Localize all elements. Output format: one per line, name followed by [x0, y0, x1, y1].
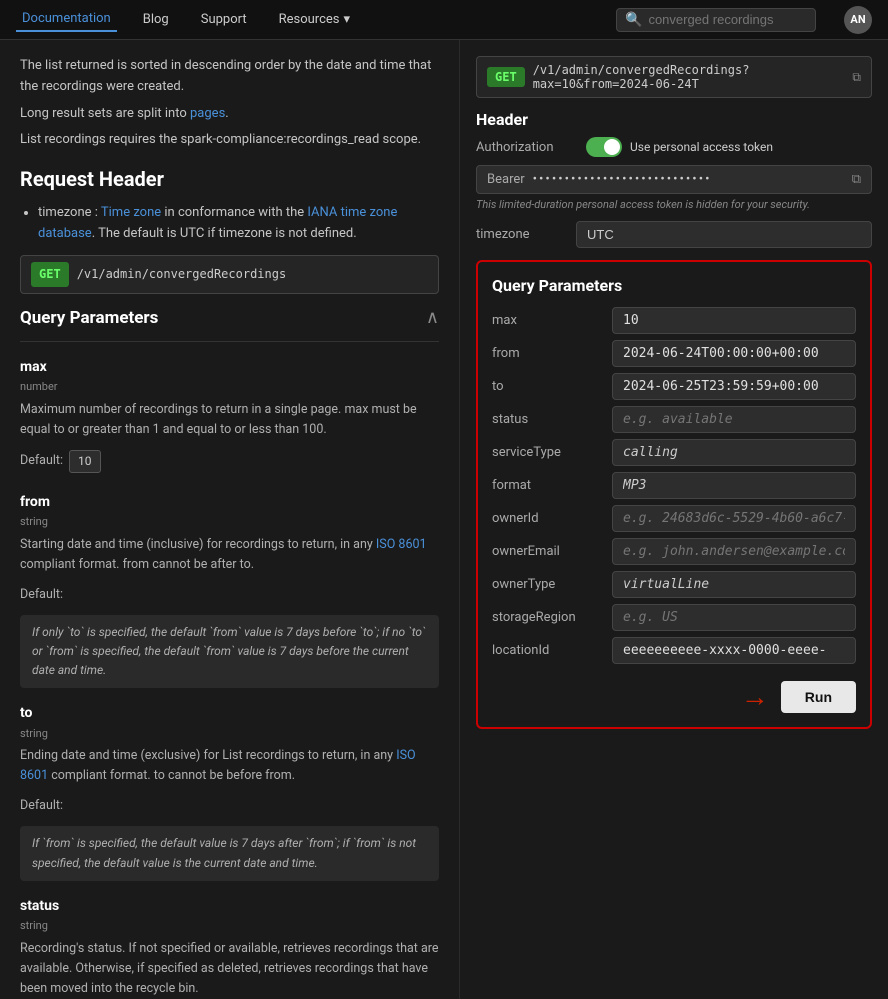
- qp-label-to: to: [492, 379, 602, 394]
- toggle-text: Use personal access token: [630, 140, 773, 154]
- intro-line-2: Long result sets are split into pages.: [20, 104, 439, 125]
- qp-input-locationid[interactable]: [612, 637, 856, 664]
- auth-toggle[interactable]: [586, 137, 622, 157]
- qp-row-ownertype: ownerType: [492, 571, 856, 598]
- timezone-row: timezone: [476, 221, 872, 248]
- qp-input-storageregion[interactable]: [612, 604, 856, 631]
- right-panel: GET /v1/admin/convergedRecordings?max=10…: [460, 40, 888, 999]
- search-icon: 🔍: [625, 12, 642, 28]
- iso8601-link-2[interactable]: ISO 8601: [20, 748, 416, 783]
- qp-label-ownerid: ownerId: [492, 511, 602, 526]
- nav-resources[interactable]: Resources ▾: [273, 8, 356, 31]
- max-default-val: 10: [69, 450, 101, 473]
- qp-input-status[interactable]: [612, 406, 856, 433]
- qp-label-locationid: locationId: [492, 643, 602, 658]
- timezone-link[interactable]: Time zone: [101, 205, 161, 220]
- endpoint-line: GET /v1/admin/convergedRecordings: [20, 255, 439, 294]
- qp-input-ownertype[interactable]: [612, 571, 856, 598]
- copy-url-icon[interactable]: ⧉: [852, 70, 861, 85]
- endpoint-path: /v1/admin/convergedRecordings: [77, 265, 287, 284]
- arrow-icon: →: [741, 680, 769, 713]
- qp-label-format: format: [492, 478, 602, 493]
- qp-label-from: from: [492, 346, 602, 361]
- copy-bearer-icon[interactable]: ⧉: [852, 172, 861, 187]
- timezone-label: timezone: [476, 227, 576, 242]
- param-max: max number Maximum number of recordings …: [20, 356, 439, 477]
- get-badge: GET: [31, 262, 69, 287]
- param-to: to string Ending date and time (exclusiv…: [20, 702, 439, 880]
- header-bullets: timezone : Time zone in conformance with…: [20, 203, 439, 245]
- qp-input-owneremail[interactable]: [612, 538, 856, 565]
- qp-row-locationid: locationId: [492, 637, 856, 664]
- url-bar: GET /v1/admin/convergedRecordings?max=10…: [476, 56, 872, 98]
- top-nav: Documentation Blog Support Resources ▾ 🔍…: [0, 0, 888, 40]
- qp-input-max[interactable]: [612, 307, 856, 334]
- collapse-icon[interactable]: ∧: [426, 304, 439, 333]
- qp-row-status: status: [492, 406, 856, 433]
- auth-label: Authorization: [476, 140, 576, 155]
- qp-input-format[interactable]: [612, 472, 856, 499]
- main-layout: The list returned is sorted in descendin…: [0, 40, 888, 999]
- qp-label-max: max: [492, 313, 602, 328]
- nav-documentation[interactable]: Documentation: [16, 7, 117, 32]
- iso8601-link-1[interactable]: ISO 8601: [376, 537, 427, 552]
- header-section-title: Header: [476, 110, 872, 129]
- intro-line-3: List recordings requires the spark-compl…: [20, 130, 439, 151]
- bearer-row: Bearer •••••••••••••••••••••••••••• ⧉: [476, 165, 872, 194]
- iana-link[interactable]: IANA time zone database: [38, 205, 397, 241]
- qp-input-from[interactable]: [612, 340, 856, 367]
- auth-toggle-wrap: Use personal access token: [586, 137, 773, 157]
- qp-row-storageregion: storageRegion: [492, 604, 856, 631]
- qp-row-from: from: [492, 340, 856, 367]
- qp-input-ownerid[interactable]: [612, 505, 856, 532]
- run-button[interactable]: Run: [781, 681, 856, 713]
- bearer-label: Bearer: [487, 172, 525, 187]
- from-note: If only `to` is specified, the default `…: [20, 615, 439, 689]
- param-status: status string Recording's status. If not…: [20, 895, 439, 999]
- qp-label-owneremail: ownerEmail: [492, 544, 602, 559]
- pages-link[interactable]: pages: [190, 106, 225, 121]
- url-path: /v1/admin/convergedRecordings?max=10&fro…: [533, 63, 853, 91]
- auth-row: Authorization Use personal access token: [476, 137, 872, 157]
- request-header-title: Request Header: [20, 163, 439, 195]
- nav-support[interactable]: Support: [195, 8, 253, 31]
- run-btn-row: → Run: [492, 680, 856, 713]
- nav-blog[interactable]: Blog: [137, 8, 175, 31]
- param-from: from string Starting date and time (incl…: [20, 491, 439, 689]
- qp-label-servicetype: serviceType: [492, 445, 602, 460]
- query-params-title: Query Parameters: [20, 305, 158, 332]
- token-note: This limited-duration personal access to…: [476, 198, 872, 211]
- intro-line-1: The list returned is sorted in descendin…: [20, 56, 439, 98]
- qp-label-status: status: [492, 412, 602, 427]
- qp-row-ownerid: ownerId: [492, 505, 856, 532]
- url-get-badge: GET: [487, 67, 525, 87]
- search-input[interactable]: [648, 12, 807, 27]
- qp-input-servicetype[interactable]: [612, 439, 856, 466]
- qp-title: Query Parameters: [492, 276, 856, 295]
- bearer-token: ••••••••••••••••••••••••••••: [533, 172, 844, 187]
- left-panel: The list returned is sorted in descendin…: [0, 40, 460, 999]
- bullet-timezone: timezone : Time zone in conformance with…: [38, 203, 439, 245]
- qp-label-storageregion: storageRegion: [492, 610, 602, 625]
- qp-row-max: max: [492, 307, 856, 334]
- query-params-box: Query Parameters max from to status: [476, 260, 872, 729]
- search-bar[interactable]: 🔍: [616, 8, 816, 32]
- chevron-down-icon: ▾: [343, 12, 350, 27]
- qp-input-to[interactable]: [612, 373, 856, 400]
- to-note: If `from` is specified, the default valu…: [20, 826, 439, 880]
- qp-label-ownertype: ownerType: [492, 577, 602, 592]
- query-params-section: Query Parameters ∧: [20, 304, 439, 342]
- qp-row-servicetype: serviceType: [492, 439, 856, 466]
- qp-row-to: to: [492, 373, 856, 400]
- qp-row-owneremail: ownerEmail: [492, 538, 856, 565]
- timezone-input[interactable]: [576, 221, 872, 248]
- qp-row-format: format: [492, 472, 856, 499]
- avatar: AN: [844, 6, 872, 34]
